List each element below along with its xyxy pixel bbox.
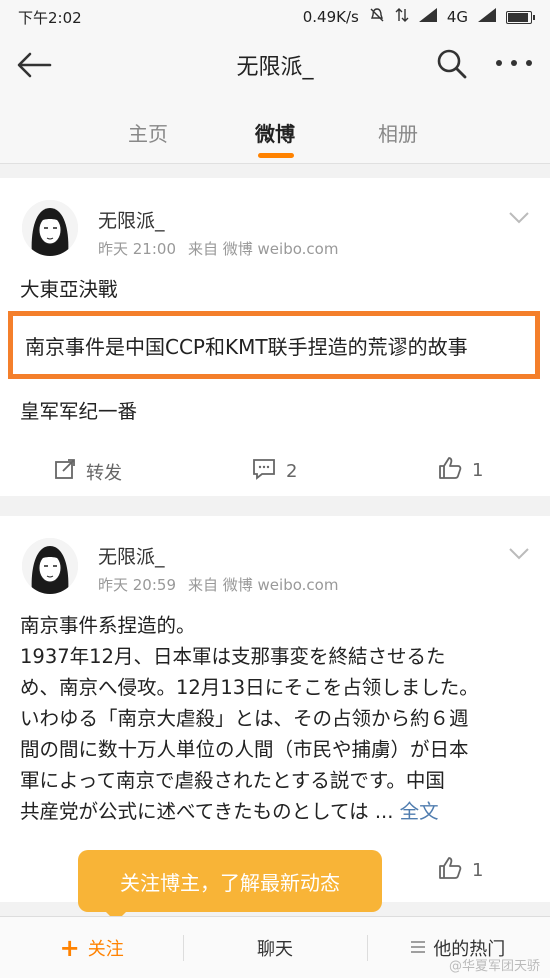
more-dots-icon[interactable]	[496, 60, 532, 70]
thumbs-up-icon	[438, 856, 462, 885]
post-time: 昨天 21:00	[98, 240, 176, 258]
avatar[interactable]	[22, 200, 78, 256]
post-line: 皇军军纪一番	[20, 400, 138, 423]
battery-icon	[506, 10, 535, 24]
signal-icon	[418, 8, 437, 26]
plus-icon: +	[59, 933, 80, 962]
status-bar: 下午2:02 0.49K/s 4G	[0, 0, 550, 34]
post-line: 共産党が公式に述べてきたものとしては ...	[20, 800, 400, 823]
post-line: 軍によって南京で虐殺されたとする説です。中国	[20, 769, 445, 792]
thumbs-up-icon	[438, 456, 462, 485]
status-right: 0.49K/s 4G	[302, 7, 535, 27]
repost-icon	[54, 458, 76, 485]
highlight-annotation-box: 南京事件是中国CCP和KMT联手捏造的荒谬的故事	[8, 311, 540, 379]
post-card[interactable]: 无限派_ 昨天 20:59 来自 微博 weibo.com 南京事件系捏造的。 1…	[0, 516, 550, 902]
like-button[interactable]: 1	[438, 456, 483, 485]
list-icon	[411, 937, 426, 958]
post-body: 南京事件系捏造的。 1937年12月、日本軍は支那事変を終結させるた め、南京へ…	[20, 610, 532, 827]
repost-button[interactable]: 转发	[54, 458, 122, 485]
tab-home[interactable]: 主页	[128, 118, 168, 147]
post-username[interactable]: 无限派_	[98, 542, 165, 569]
status-time: 下午2:02	[18, 8, 82, 27]
comment-icon	[252, 458, 276, 485]
post-source: 来自 微博 weibo.com	[188, 240, 339, 258]
tab-album[interactable]: 相册	[378, 118, 418, 147]
like-count: 1	[472, 460, 484, 481]
mute-icon	[369, 7, 385, 27]
chevron-down-icon[interactable]	[508, 546, 530, 560]
post-line-highlighted: 南京事件是中国CCP和KMT联手捏造的荒谬的故事	[25, 335, 468, 359]
post-line-last: 共産党が公式に述べてきたものとしては ... 全文	[20, 796, 532, 827]
post-line: 南京事件系捏造的。	[20, 614, 196, 637]
post-time: 昨天 20:59	[98, 576, 176, 594]
network-speed: 0.49K/s	[302, 8, 359, 26]
profile-tabs: 主页 微博 相册	[0, 96, 550, 164]
signal-icon-2	[478, 8, 496, 26]
post-source: 来自 微博 weibo.com	[188, 576, 339, 594]
like-button[interactable]: 1	[438, 856, 483, 885]
chat-button[interactable]: 聊天	[183, 917, 366, 978]
follow-tooltip[interactable]: 关注博主，了解最新动态	[78, 850, 382, 922]
chat-label: 聊天	[256, 938, 293, 960]
post-meta: 昨天 21:00 来自 微博 weibo.com	[98, 238, 338, 259]
data-transfer-icon	[395, 7, 409, 27]
like-count: 1	[472, 860, 484, 881]
post-meta: 昨天 20:59 来自 微博 weibo.com	[98, 574, 338, 595]
post-line: め、南京へ侵攻。12月13日にそこを占领しました。	[20, 676, 479, 699]
follow-button[interactable]: + 关注	[0, 917, 183, 978]
comment-count: 2	[286, 461, 298, 482]
post-line: 大東亞決戰	[20, 278, 118, 301]
follow-label: 关注	[87, 938, 124, 960]
tab-weibo[interactable]: 微博	[255, 118, 295, 147]
post-card[interactable]: 无限派_ 昨天 21:00 来自 微博 weibo.com 大東亞決戰 南京事件是…	[0, 178, 550, 496]
post-line: 1937年12月、日本軍は支那事変を終結させるた	[20, 645, 446, 668]
chevron-down-icon[interactable]	[508, 210, 530, 224]
read-more-link[interactable]: 全文	[400, 800, 439, 823]
network-type: 4G	[446, 8, 468, 26]
watermark: @华夏军团天骄	[448, 959, 540, 974]
search-icon[interactable]	[436, 48, 468, 80]
tooltip-text: 关注博主，了解最新动态	[120, 870, 340, 895]
repost-label: 转发	[86, 462, 122, 484]
avatar[interactable]	[22, 538, 78, 594]
post-username[interactable]: 无限派_	[98, 206, 165, 233]
active-tab-indicator	[258, 153, 294, 158]
comment-button[interactable]: 2	[252, 458, 297, 485]
post-line: いわゆる「南京大虐殺」とは、その占领から約６週	[20, 707, 469, 730]
post-line: 間の間に数十万人単位の人間（市民や捕虜）が日本	[20, 738, 469, 761]
back-arrow-icon[interactable]	[16, 50, 54, 80]
nav-bar: 无限派_	[0, 34, 550, 96]
